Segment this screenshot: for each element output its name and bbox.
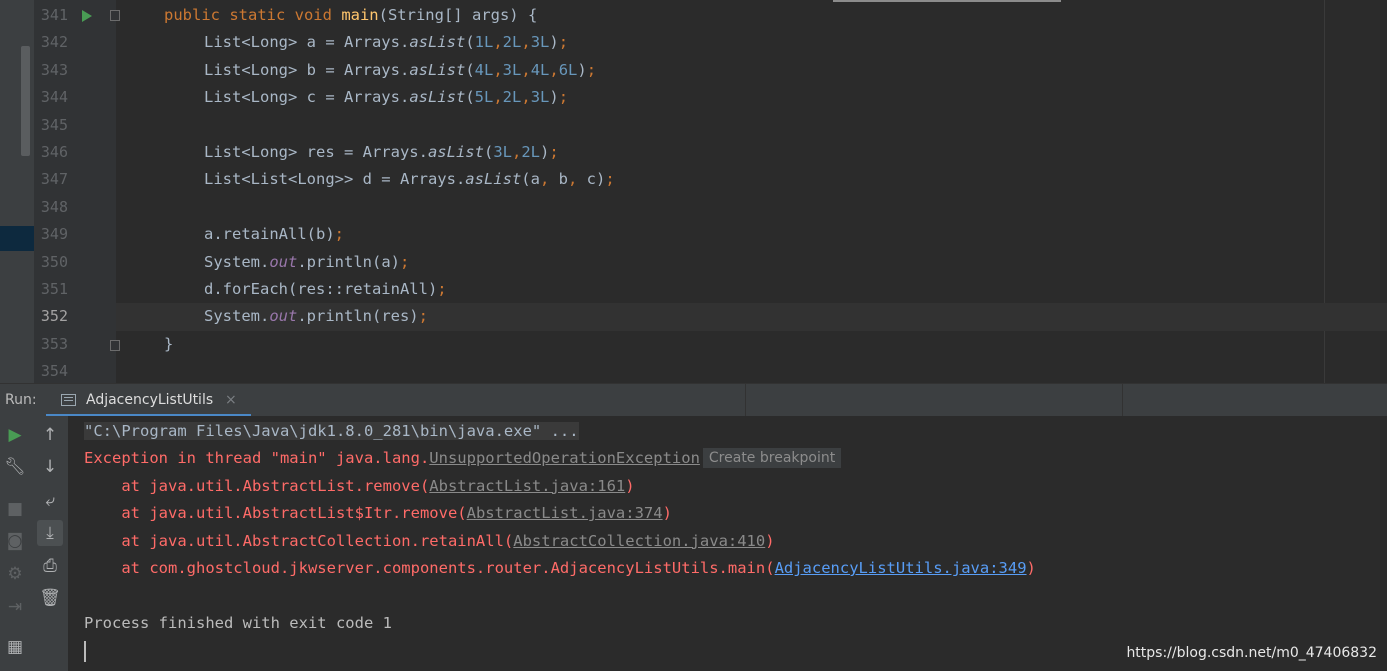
line-number: 348 <box>40 197 68 216</box>
soft-wrap-icon[interactable]: ⤶ <box>37 488 63 514</box>
console-caret <box>84 641 86 662</box>
command-text: "C:\Program Files\Java\jdk1.8.0_281\bin\… <box>84 422 579 440</box>
close-icon[interactable]: × <box>225 384 237 417</box>
wrench-icon[interactable]: 🔧︎ <box>2 454 28 480</box>
settings-icon[interactable]: ⚙ <box>2 561 28 587</box>
code-line[interactable]: 341 public static void main(String[] arg… <box>0 2 1387 29</box>
camera-icon[interactable]: ◙ <box>2 528 28 554</box>
rerun-icon[interactable]: ▶ <box>2 422 28 448</box>
code-line[interactable]: 354 <box>0 358 1387 383</box>
code-text: a.retainAll(b); <box>204 225 344 244</box>
stop-icon[interactable]: ■ <box>2 496 28 522</box>
code-line[interactable]: 347 List<List<Long>> d = Arrays.asList(a… <box>0 166 1387 193</box>
run-tab[interactable]: AdjacencyListUtils × <box>46 384 251 417</box>
code-line[interactable]: 345 <box>0 112 1387 139</box>
run-label: Run: <box>5 392 37 408</box>
up-arrow-icon[interactable]: ↑ <box>37 422 63 448</box>
code-text: System.out.println(res); <box>204 307 428 326</box>
stack-trace-line: at java.util.AbstractList.remove(Abstrac… <box>84 473 635 500</box>
line-number: 344 <box>40 88 68 107</box>
exception-class-link[interactable]: UnsupportedOperationException <box>429 449 700 467</box>
code-text: List<Long> b = Arrays.asList(4L,3L,4L,6L… <box>204 60 597 79</box>
code-line[interactable]: 346 List<Long> res = Arrays.asList(3L,2L… <box>0 139 1387 166</box>
exception-prefix: Exception in thread "main" java.lang. <box>84 449 430 468</box>
create-breakpoint-button[interactable]: Create breakpoint <box>702 448 842 469</box>
line-number: 347 <box>40 170 68 189</box>
code-text: } <box>164 334 174 353</box>
down-arrow-icon[interactable]: ↓ <box>37 454 63 480</box>
code-line[interactable]: 348 <box>0 194 1387 221</box>
stack-trace-line: at com.ghostcloud.jkwserver.components.r… <box>84 555 1036 582</box>
code-text: List<Long> c = Arrays.asList(5L,2L,3L); <box>204 88 569 107</box>
run-tab-title: AdjacencyListUtils <box>86 392 214 408</box>
process-finished-line: Process finished with exit code 1 <box>84 613 392 632</box>
stack-frame-link[interactable]: AbstractList.java:161 <box>429 477 625 495</box>
layout-icon[interactable]: ▦ <box>2 634 28 660</box>
run-gutter-icon[interactable] <box>82 10 92 22</box>
code-editor[interactable]: 341 public static void main(String[] arg… <box>0 0 1387 383</box>
code-line[interactable]: 353 } <box>0 331 1387 358</box>
run-toolbar: ▶ 🔧︎ ■ ◙ ⚙ ⇥ ▦ ↑ ↓ ⤶ ⤓ ⎙ 🗑︎ <box>0 416 68 671</box>
watermark: https://blog.csdn.net/m0_47406832 <box>1126 645 1377 661</box>
trash-icon[interactable]: 🗑︎ <box>37 585 63 611</box>
line-number: 342 <box>40 33 68 52</box>
stack-frame-text: at com.ghostcloud.jkwserver.components.r… <box>84 559 775 577</box>
line-number: 345 <box>40 115 68 134</box>
code-line[interactable]: 350 System.out.println(a); <box>0 249 1387 276</box>
code-line[interactable]: 349 a.retainAll(b); <box>0 221 1387 248</box>
console-output[interactable]: "C:\Program Files\Java\jdk1.8.0_281\bin\… <box>84 416 1387 671</box>
console-line-exception: Exception in thread "main" java.lang.Uns… <box>84 445 842 472</box>
code-text: List<List<Long>> d = Arrays.asList(a, b,… <box>204 170 615 189</box>
stack-frame-suffix: ) <box>662 504 672 523</box>
line-number: 352 <box>40 307 68 326</box>
code-line[interactable]: 342 List<Long> a = Arrays.asList(1L,2L,3… <box>0 29 1387 56</box>
header-divider <box>745 384 746 417</box>
line-number: 353 <box>40 334 68 353</box>
print-icon[interactable]: ⎙ <box>37 553 63 579</box>
stack-frame-text: at java.util.AbstractList$Itr.remove( <box>84 504 467 523</box>
stack-frame-suffix: ) <box>1026 559 1036 577</box>
run-tool-window-header: Run: AdjacencyListUtils × <box>0 383 1387 417</box>
line-number: 349 <box>40 225 68 244</box>
scroll-to-end-icon[interactable]: ⤓ <box>37 520 63 546</box>
code-text: System.out.println(a); <box>204 252 410 271</box>
stack-frame-text: at java.util.AbstractList.remove( <box>84 476 430 495</box>
run-tool-window: ▶ 🔧︎ ■ ◙ ⚙ ⇥ ▦ ↑ ↓ ⤶ ⤓ ⎙ 🗑︎ "C:\Program … <box>0 416 1387 671</box>
stack-frame-suffix: ) <box>765 531 775 550</box>
code-text: public static void main(String[] args) { <box>164 6 538 24</box>
stack-frame-suffix: ) <box>625 476 635 495</box>
fold-icon[interactable] <box>110 10 120 21</box>
stack-trace-line: at java.util.AbstractList$Itr.remove(Abs… <box>84 500 672 527</box>
code-text: List<Long> a = Arrays.asList(1L,2L,3L); <box>204 33 569 52</box>
code-line[interactable]: 352 System.out.println(res); <box>0 303 1387 330</box>
stack-frame-link[interactable]: AbstractCollection.java:410 <box>513 532 765 550</box>
line-number: 351 <box>40 280 68 298</box>
line-number: 343 <box>40 60 68 79</box>
stack-frame-text: at java.util.AbstractCollection.retainAl… <box>84 531 514 550</box>
stack-trace-line: at java.util.AbstractCollection.retainAl… <box>84 528 775 555</box>
fold-end-icon[interactable] <box>110 339 120 351</box>
stack-frame-link[interactable]: AdjacencyListUtils.java:349 <box>775 559 1027 577</box>
code-line[interactable]: 344 List<Long> c = Arrays.asList(5L,2L,3… <box>0 84 1387 111</box>
line-number: 341 <box>40 6 68 24</box>
console-icon <box>61 394 76 406</box>
exit-icon[interactable]: ⇥ <box>2 594 28 620</box>
code-line[interactable]: 343 List<Long> b = Arrays.asList(4L,3L,4… <box>0 57 1387 84</box>
code-text: List<Long> res = Arrays.asList(3L,2L); <box>204 143 559 161</box>
code-text: d.forEach(res::retainAll); <box>204 280 447 298</box>
console-line-command: "C:\Program Files\Java\jdk1.8.0_281\bin\… <box>84 418 579 445</box>
line-number: 346 <box>40 143 68 161</box>
line-number: 350 <box>40 252 68 271</box>
code-line[interactable]: 351 d.forEach(res::retainAll); <box>0 276 1387 303</box>
stack-frame-link[interactable]: AbstractList.java:374 <box>467 504 663 522</box>
header-divider <box>1122 384 1123 417</box>
line-number: 354 <box>40 362 68 381</box>
